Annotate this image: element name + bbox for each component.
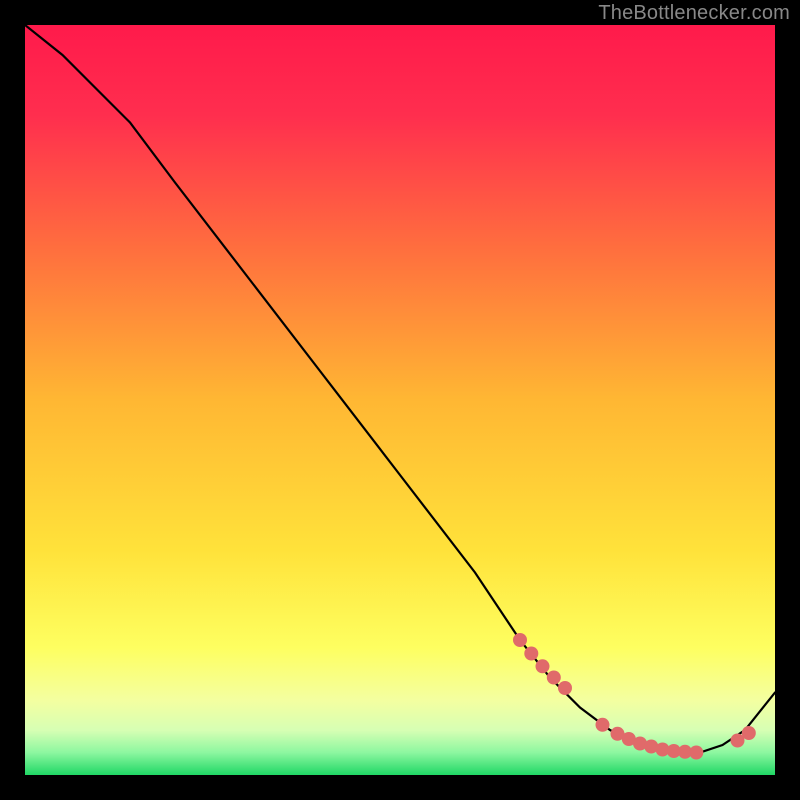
highlight-dot [524,647,538,661]
chart-svg [25,25,775,775]
highlight-dot [689,746,703,760]
highlight-dot [742,726,756,740]
highlight-dot [596,718,610,732]
plot-area [25,25,775,775]
highlight-dot [547,671,561,685]
highlight-dot [558,681,572,695]
highlight-dot [513,633,527,647]
attribution-text: TheBottlenecker.com [598,2,790,25]
gradient-background [25,25,775,775]
highlight-dot [536,659,550,673]
chart-frame: TheBottlenecker.com [0,0,800,800]
